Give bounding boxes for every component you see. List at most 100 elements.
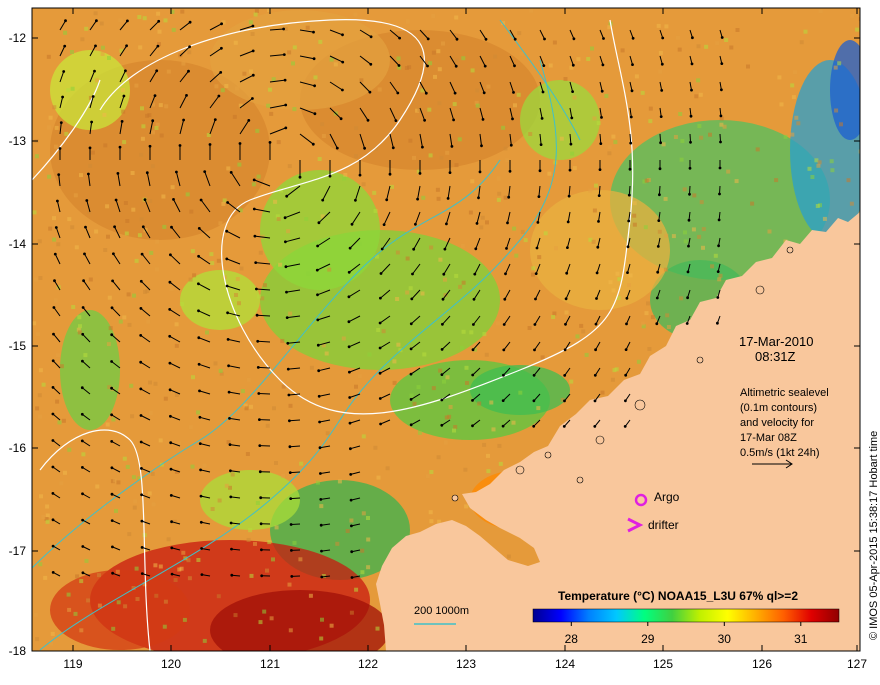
sst-pixel xyxy=(116,570,120,574)
velocity-arrow-head xyxy=(257,392,260,395)
sst-pixel xyxy=(138,45,142,49)
sst-pixel xyxy=(443,278,447,282)
velocity-arrow-head xyxy=(121,120,124,123)
sst-pixel xyxy=(576,57,580,61)
velocity-arrow-head xyxy=(594,348,597,351)
sst-pixel xyxy=(859,17,863,21)
sst-pixel xyxy=(455,58,459,62)
sst-pixel xyxy=(514,254,518,258)
velocity-arrow-head xyxy=(290,523,293,526)
velocity-arrow-head xyxy=(359,174,362,177)
sst-pixel xyxy=(368,353,372,357)
velocity-arrow-head xyxy=(247,119,250,122)
velocity-arrow-head xyxy=(630,116,633,119)
sst-pixel xyxy=(249,70,253,74)
velocity-arrow-head xyxy=(485,38,488,41)
sst-pixel xyxy=(710,264,714,268)
sst-pixel xyxy=(155,240,159,244)
sst-pixel xyxy=(326,431,330,435)
velocity-arrow-head xyxy=(599,142,602,145)
sst-pixel xyxy=(320,122,324,126)
sst-pixel xyxy=(74,612,78,616)
sst-pixel xyxy=(362,182,366,186)
velocity-arrow-head xyxy=(599,168,602,171)
sst-pixel xyxy=(124,201,128,205)
sst-pixel xyxy=(408,139,412,143)
sst-pixel xyxy=(541,355,545,359)
velocity-arrow-head xyxy=(454,92,457,95)
sst-pixel xyxy=(233,115,237,119)
sst-pixel xyxy=(406,257,410,261)
velocity-arrow-head xyxy=(482,118,485,121)
sst-pixel xyxy=(286,229,290,233)
velocity-arrow-head xyxy=(52,545,55,548)
velocity-arrow-head xyxy=(230,522,233,525)
velocity-arrow-head xyxy=(513,64,516,67)
velocity-arrow-head xyxy=(627,220,630,223)
sst-pixel xyxy=(217,259,221,263)
sst-pixel xyxy=(196,410,200,414)
sst-pixel xyxy=(94,230,98,234)
velocity-arrow-head xyxy=(451,145,454,148)
velocity-arrow-head xyxy=(721,36,724,39)
velocity-arrow-head xyxy=(421,146,424,149)
lat-tick-label: -13 xyxy=(9,134,27,148)
velocity-arrow-head xyxy=(381,248,384,251)
sst-pixel xyxy=(127,532,131,536)
velocity-arrow-head xyxy=(533,399,536,402)
sst-pixel xyxy=(432,386,436,390)
velocity-arrow-head xyxy=(456,38,459,41)
sst-pixel xyxy=(746,65,750,69)
velocity-arrow-head xyxy=(379,372,382,375)
velocity-arrow-head xyxy=(218,95,221,98)
sst-pixel xyxy=(155,267,159,271)
velocity-arrow-head xyxy=(284,216,287,219)
velocity-arrow-head xyxy=(624,425,627,428)
sst-pixel xyxy=(164,397,168,401)
velocity-arrow-head xyxy=(200,521,203,524)
sst-pixel xyxy=(187,50,191,54)
sst-pixel xyxy=(413,340,417,344)
velocity-arrow-head xyxy=(170,494,173,497)
sst-pixel xyxy=(505,158,509,162)
velocity-arrow-head xyxy=(140,280,143,283)
sst-pixel xyxy=(327,268,331,272)
sst-pixel xyxy=(278,263,282,267)
velocity-arrow-head xyxy=(289,471,292,474)
sst-pixel xyxy=(421,196,425,200)
sst-pixel xyxy=(830,159,834,163)
sst-pixel xyxy=(217,594,221,598)
sst-pixel xyxy=(175,322,179,326)
sst-pixel xyxy=(203,464,207,468)
sst-pixel xyxy=(837,61,841,65)
velocity-arrow-head xyxy=(660,115,663,118)
sst-pixel xyxy=(71,305,75,309)
sst-pixel xyxy=(517,93,521,97)
velocity-arrow-head xyxy=(542,91,545,94)
velocity-arrow-head xyxy=(659,141,662,144)
sst-pixel xyxy=(214,84,218,88)
sst-pixel xyxy=(88,164,92,168)
sst-pixel xyxy=(756,147,760,151)
velocity-arrow-head xyxy=(200,547,203,550)
velocity-arrow-head xyxy=(541,117,544,120)
sst-pixel xyxy=(291,61,295,65)
sst-pixel xyxy=(106,423,110,427)
sst-pixel xyxy=(126,465,130,469)
velocity-arrow-head xyxy=(60,121,63,124)
velocity-arrow-head xyxy=(348,345,351,348)
velocity-arrow-head xyxy=(171,573,174,576)
velocity-arrow-head xyxy=(657,245,660,248)
lon-tick-label: 122 xyxy=(358,657,378,671)
velocity-arrow-head xyxy=(95,19,98,22)
velocity-arrow-head xyxy=(227,338,230,341)
sst-pixel xyxy=(834,66,838,70)
sst-pixel xyxy=(135,567,139,571)
sst-pixel xyxy=(780,102,784,106)
sst-pixel xyxy=(729,46,733,50)
velocity-arrow-head xyxy=(168,335,171,338)
velocity-arrow-head xyxy=(170,226,173,229)
sst-pixel xyxy=(122,140,126,144)
sst-pixel xyxy=(524,238,528,242)
sst-pixel xyxy=(531,266,535,270)
